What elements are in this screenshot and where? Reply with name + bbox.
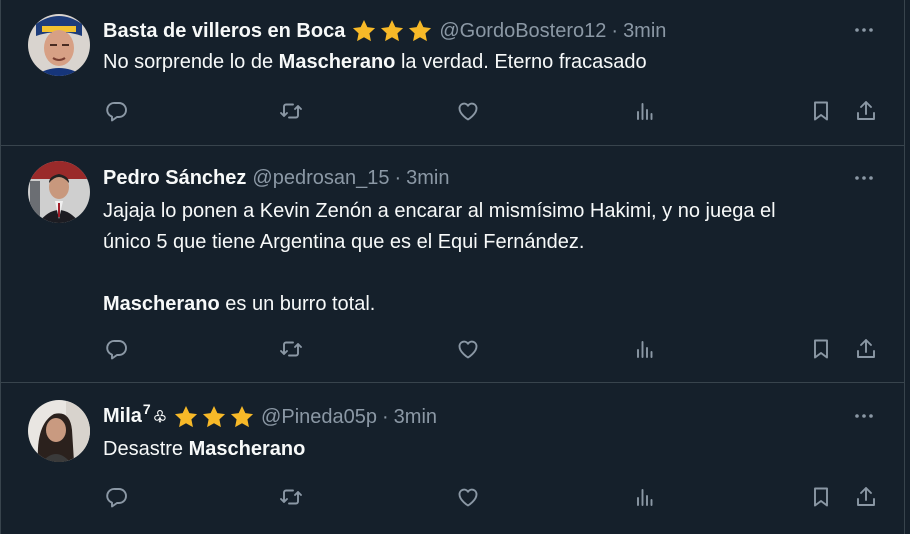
handle[interactable]: @Pineda05p (261, 405, 377, 429)
text-line: Mascherano es un burro total. (103, 289, 874, 320)
text-segment: Desastre (103, 438, 189, 460)
retweet-icon (280, 489, 302, 505)
views-button[interactable] (631, 335, 659, 363)
bookmark-icon (814, 339, 828, 359)
text-line: único 5 que tiene Argentina que es el Eq… (103, 231, 585, 253)
star-icon (230, 405, 254, 428)
bookmark-icon (814, 101, 828, 121)
bookmark-button[interactable] (807, 97, 835, 125)
avatar[interactable] (28, 161, 90, 223)
tweet[interactable]: Basta de villeros en Boca @GordoBostero1… (1, 0, 904, 146)
star-icon (409, 19, 432, 42)
handle[interactable]: @pedrosan_15 (252, 166, 389, 190)
retweet-icon (280, 341, 302, 357)
action-bar (103, 97, 880, 125)
more-button[interactable] (852, 404, 876, 428)
avatar-image (28, 161, 90, 223)
star-icon (353, 19, 376, 42)
views-button[interactable] (631, 97, 659, 125)
share-icon (857, 101, 875, 120)
more-button[interactable] (852, 166, 876, 190)
timestamp[interactable]: 3min (394, 405, 437, 429)
separator-dot: · (611, 20, 619, 42)
bold-text: Mascherano (278, 51, 396, 73)
like-icon (458, 488, 478, 507)
tweet[interactable]: Mila7 ♧ @Pineda05p · 3min Desastre Masche… (1, 384, 904, 534)
star-badges (173, 404, 255, 430)
handle[interactable]: @GordoBostero12 (439, 19, 606, 43)
like-button[interactable] (454, 97, 482, 125)
superscript: 7 (142, 401, 151, 418)
reply-button[interactable] (103, 97, 131, 125)
share-button[interactable] (852, 483, 880, 511)
text-line: Jajaja lo ponen a Kevin Zenón a encarar … (103, 200, 776, 222)
display-name[interactable]: Basta de villeros en Boca (103, 19, 345, 43)
display-name-text: Mila (103, 405, 142, 427)
separator-dot: · (394, 167, 402, 189)
action-bar (103, 335, 880, 363)
share-icon (857, 339, 875, 358)
views-icon (637, 341, 653, 358)
views-button[interactable] (631, 483, 659, 511)
share-button[interactable] (852, 97, 880, 125)
retweet-button[interactable] (277, 483, 305, 511)
bookmark-button[interactable] (807, 335, 835, 363)
tweet-text: Desastre Mascherano (103, 434, 874, 465)
star-icon (381, 19, 404, 42)
like-icon (458, 102, 478, 121)
text-segment: es un burro total. (219, 293, 376, 315)
more-icon (855, 28, 873, 32)
reply-icon (106, 488, 127, 508)
tweet-header: Mila7 ♧ @Pineda05p · 3min (103, 401, 437, 430)
bold-text: Mascherano (103, 293, 220, 315)
retweet-icon (280, 103, 302, 119)
retweet-button[interactable] (277, 97, 305, 125)
more-button[interactable] (852, 18, 876, 42)
club-emoji: ♧ (152, 409, 168, 426)
timestamp[interactable]: 3min (406, 166, 449, 190)
reply-button[interactable] (103, 335, 131, 363)
more-icon (855, 176, 873, 180)
star-icon (174, 405, 198, 428)
tweet-text: No sorprende lo de Mascherano la verdad.… (103, 47, 874, 78)
reply-icon (106, 102, 127, 122)
tweet-header: Pedro Sánchez @pedrosan_15 · 3min (103, 166, 450, 190)
avatar[interactable] (28, 14, 90, 76)
bookmark-button[interactable] (807, 483, 835, 511)
timeline: Basta de villeros en Boca @GordoBostero1… (0, 0, 905, 534)
avatar-image (28, 14, 90, 76)
display-name[interactable]: Mila7 ♧ (103, 401, 168, 430)
views-icon (637, 489, 653, 506)
like-button[interactable] (454, 483, 482, 511)
retweet-button[interactable] (277, 335, 305, 363)
bold-text: Mascherano (188, 438, 306, 460)
separator-dot: · (382, 406, 389, 428)
reply-button[interactable] (103, 483, 131, 511)
timestamp[interactable]: 3min (623, 19, 666, 43)
like-icon (458, 340, 478, 359)
reply-icon (106, 340, 127, 360)
avatar[interactable] (28, 400, 90, 462)
bookmark-icon (814, 487, 828, 507)
views-icon (637, 103, 653, 120)
like-button[interactable] (454, 335, 482, 363)
share-icon (857, 487, 875, 506)
tweet-text: Jajaja lo ponen a Kevin Zenón a encarar … (103, 196, 874, 320)
action-bar (103, 483, 880, 511)
tweet[interactable]: Pedro Sánchez @pedrosan_15 · 3min Jajaja… (1, 147, 904, 383)
text-segment: No sorprende lo de (103, 51, 279, 73)
star-badges (351, 18, 433, 44)
text-segment: la verdad. Eterno fracasado (395, 51, 647, 73)
tweet-header: Basta de villeros en Boca @GordoBostero1… (103, 18, 666, 44)
share-button[interactable] (852, 335, 880, 363)
display-name[interactable]: Pedro Sánchez (103, 166, 246, 190)
more-icon (855, 414, 873, 418)
avatar-image (28, 400, 90, 462)
star-icon (202, 405, 226, 428)
